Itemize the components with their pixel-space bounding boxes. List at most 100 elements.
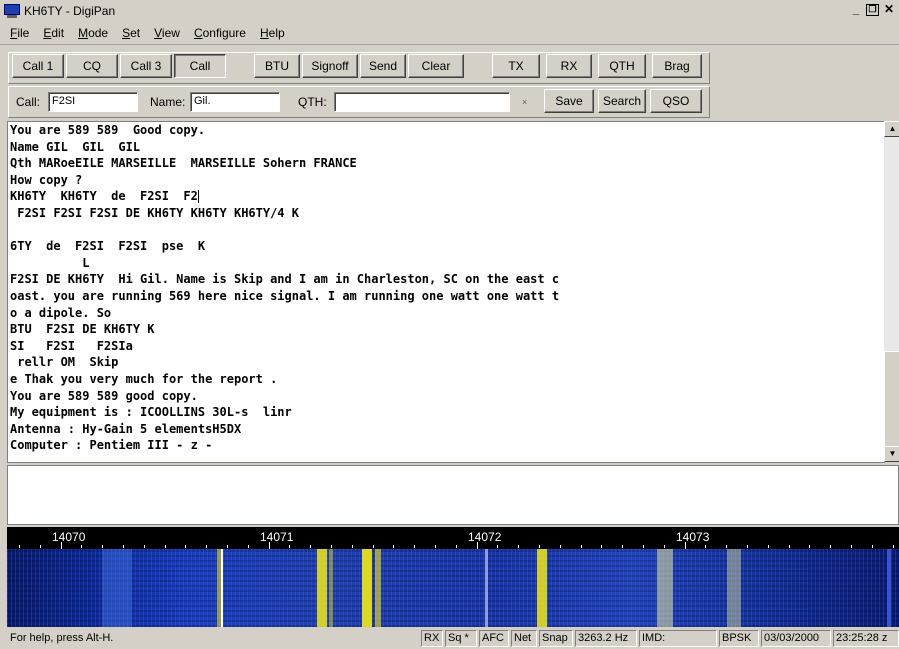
receive-line: You are 589 589 Good copy. <box>10 123 206 137</box>
rx-button[interactable]: RX <box>546 54 592 78</box>
scale-tick <box>310 545 311 548</box>
status-afc[interactable]: AFC <box>479 630 509 647</box>
cq-button[interactable]: CQ <box>66 54 118 78</box>
close-icon[interactable]: ✕ <box>881 3 897 17</box>
scale-tick <box>643 545 644 548</box>
receive-line: Name GIL GIL GIL <box>10 139 141 154</box>
receive-line: You are 589 589 good copy. <box>10 388 198 403</box>
menu-view[interactable]: View <box>147 26 187 40</box>
receive-line: BTU F2SI DE KH6TY K <box>10 322 155 337</box>
qso-button[interactable]: QSO <box>650 89 702 113</box>
receive-pane[interactable]: You are 589 589 Good copy. Name GIL GIL … <box>7 121 885 463</box>
tx-button[interactable]: TX <box>492 54 540 78</box>
transmit-pane[interactable] <box>7 465 899 525</box>
scale-tick <box>144 545 145 548</box>
status-time: 23:25:28 z <box>833 630 899 647</box>
call3-button[interactable]: Call 3 <box>120 54 172 78</box>
scale-tick <box>331 545 332 548</box>
scale-tick <box>456 545 457 548</box>
status-snap[interactable]: Snap <box>539 630 573 647</box>
scale-tick <box>227 545 228 548</box>
scale-tick <box>560 545 561 548</box>
receive-line: rellr OM Skip <box>10 355 119 370</box>
status-frequency: 3263.2 Hz <box>575 630 637 647</box>
receive-line: KH6TY KH6TY de F2SI F2 <box>8 188 884 205</box>
scroll-up-icon[interactable]: ▲ <box>884 121 899 137</box>
scale-tick <box>373 545 374 548</box>
name-label: Name: <box>150 95 186 109</box>
minimize-icon[interactable]: _ <box>848 3 864 17</box>
scale-tick <box>622 545 623 548</box>
scale-tick <box>102 545 103 548</box>
status-net[interactable]: Net <box>511 630 537 647</box>
scale-tick <box>789 545 790 548</box>
scale-tick <box>872 545 873 548</box>
app-icon <box>4 4 20 18</box>
scale-tick <box>123 545 124 548</box>
receive-line: L <box>10 255 90 270</box>
scale-tick <box>61 542 62 549</box>
clear-small-icon[interactable]: × <box>522 97 527 107</box>
scale-tick <box>893 545 894 548</box>
save-button[interactable]: Save <box>544 89 594 113</box>
scale-tick <box>539 545 540 548</box>
qth-button[interactable]: QTH <box>598 54 646 78</box>
receive-line: o a dipole. So <box>10 305 112 320</box>
freq-label: 14071 <box>260 530 294 544</box>
receive-line: How copy ? <box>10 172 83 187</box>
call-field[interactable]: F2SI <box>48 92 138 112</box>
receive-line-text: KH6TY KH6TY de F2SI F2 <box>10 189 198 204</box>
clear-button[interactable]: Clear <box>408 54 464 78</box>
menu-edit[interactable]: Edit <box>36 26 71 40</box>
scale-tick <box>830 545 831 548</box>
receive-line: F2SI DE KH6TY Hi Gil. Name is Skip and I… <box>10 272 560 287</box>
brag-button[interactable]: Brag <box>652 54 702 78</box>
status-squelch[interactable]: Sq * <box>445 630 477 647</box>
scroll-thumb[interactable] <box>884 351 899 447</box>
receive-line <box>8 222 884 239</box>
scale-tick <box>185 545 186 548</box>
receive-line: Antenna : Hy-Gain 5 elementsH5DX <box>10 421 242 436</box>
restore-icon[interactable]: ❐ <box>866 4 879 16</box>
scale-tick <box>40 545 41 548</box>
status-help-text: For help, press Alt-H. <box>10 632 114 644</box>
window-title: KH6TY - DigiPan <box>24 4 116 18</box>
status-rx: RX <box>421 630 443 647</box>
frequency-scale: 14070 14071 14072 14073 <box>7 527 899 549</box>
menu-set[interactable]: Set <box>115 26 147 40</box>
btu-button[interactable]: BTU <box>254 54 300 78</box>
scale-tick <box>19 545 20 548</box>
receive-line: Qth MARoeEILE MARSEILLE MARSEILLE Sohern… <box>10 156 357 171</box>
scale-tick <box>393 545 394 548</box>
scale-tick <box>685 542 686 549</box>
name-field[interactable]: Gil. <box>190 92 280 112</box>
scroll-down-icon[interactable]: ▼ <box>884 446 899 462</box>
status-mode: BPSK <box>719 630 759 647</box>
scale-tick <box>248 545 249 548</box>
menu-help[interactable]: Help <box>253 26 292 40</box>
waterfall-display[interactable]: 14070 14071 14072 14073 <box>7 527 899 627</box>
menu-configure[interactable]: Configure <box>187 26 253 40</box>
call-label: Call: <box>16 95 41 109</box>
menu-file[interactable]: File <box>0 26 36 40</box>
scale-tick <box>81 545 82 548</box>
search-button[interactable]: Search <box>598 89 646 113</box>
receive-scrollbar[interactable]: ▲ ▼ <box>884 121 899 462</box>
scale-tick <box>809 545 810 548</box>
qth-field[interactable] <box>334 92 510 112</box>
waterfall-spectrum[interactable] <box>7 549 899 627</box>
scale-tick <box>435 545 436 548</box>
menu-mode[interactable]: Mode <box>71 26 115 40</box>
scale-tick <box>289 545 290 548</box>
call1-button[interactable]: Call 1 <box>12 54 64 78</box>
call-button[interactable]: Call <box>174 54 226 78</box>
freq-label: 14070 <box>52 530 86 544</box>
scale-tick <box>851 545 852 548</box>
receive-line: 6TY de F2SI F2SI pse K <box>10 239 206 254</box>
receive-line: e Thak you very much for the report . <box>10 371 278 386</box>
scale-tick <box>601 545 602 548</box>
tuning-cursor[interactable] <box>221 549 223 627</box>
send-button[interactable]: Send <box>360 54 406 78</box>
signoff-button[interactable]: Signoff <box>302 54 358 78</box>
receive-line: F2SI F2SI F2SI DE KH6TY KH6TY KH6TY/4 K <box>10 205 299 220</box>
